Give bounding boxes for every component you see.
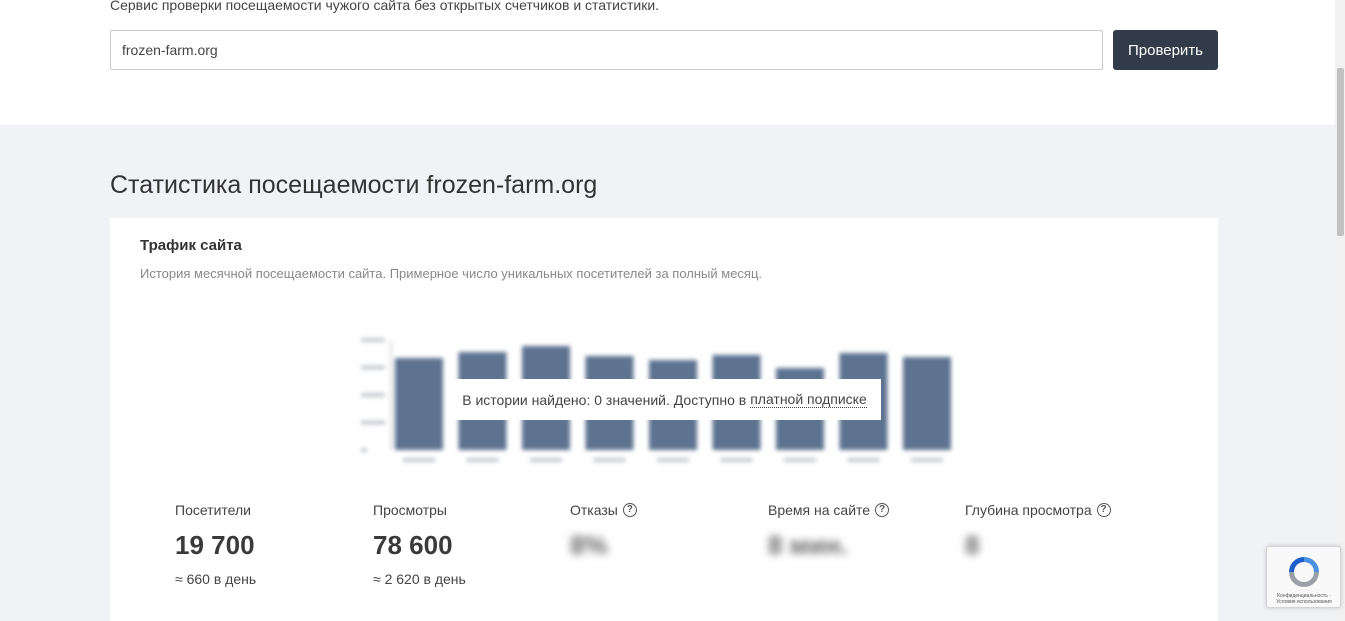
paid-subscription-link[interactable]: платной подписке (750, 391, 867, 408)
metric-sub: ≈ 660 в день (175, 571, 257, 587)
traffic-card-description: История месячной посещаемости сайта. При… (140, 266, 763, 281)
chart-y-tick (361, 338, 385, 342)
chart-x-tick (720, 458, 753, 462)
chart-x-tick (784, 458, 816, 462)
metric-label: Посетители (175, 502, 251, 518)
metric-label: Время на сайте (768, 502, 871, 518)
recaptcha-terms: Конфиденциальность · Условия использован… (1276, 593, 1332, 605)
help-icon[interactable]: ? (622, 503, 637, 517)
chart-paywall-overlay: В истории найдено: 0 значений. Доступно … (448, 379, 881, 420)
overlay-text: В истории найдено: 0 значений. Доступно … (462, 391, 747, 408)
chart-x-tick (530, 458, 562, 462)
metric-value-blurred: 8 мин. (768, 530, 848, 560)
metric-value-blurred: 8% (570, 530, 608, 560)
chart-x-tick (847, 458, 880, 462)
recaptcha-icon (1289, 557, 1319, 587)
metric-label: Отказы (570, 502, 618, 518)
service-tagline: Сервис проверки посещаемости чужого сайт… (110, 0, 660, 13)
metric-value-blurred: 8 (965, 530, 980, 560)
traffic-card-title: Трафик сайта (140, 237, 242, 254)
header-section: Сервис проверки посещаемости чужого сайт… (0, 0, 1335, 125)
metric-label: Просмотры (373, 502, 447, 518)
metric-sub: ≈ 2 620 в день (373, 571, 466, 587)
chart-bar (903, 357, 951, 450)
metric-bounce-rate: Отказы ? 8% (570, 502, 637, 561)
metric-value: 19 700 (175, 530, 255, 560)
page-scrollbar-thumb[interactable] (1337, 68, 1344, 236)
chart-y-tick (361, 420, 385, 425)
site-search-input[interactable] (110, 30, 1103, 70)
chart-y-tick (361, 448, 367, 452)
metric-pageviews: Просмотры 78 600 ≈ 2 620 в день (373, 502, 466, 587)
chart-x-tick (403, 458, 435, 462)
traffic-card: Трафик сайта История месячной посещаемос… (110, 218, 1218, 621)
metric-page-depth: Глубина просмотра ? 8 (965, 502, 1111, 561)
metric-time-on-site: Время на сайте ? 8 мин. (768, 502, 890, 561)
chart-x-tick (466, 458, 499, 462)
metric-value: 78 600 (373, 530, 453, 560)
chart-y-tick (361, 365, 385, 370)
metric-label: Глубина просмотра (965, 502, 1092, 518)
chart-x-tick (593, 458, 626, 462)
recaptcha-badge[interactable]: Конфиденциальность · Условия использован… (1266, 546, 1341, 608)
chart-bar (395, 358, 443, 450)
help-icon[interactable]: ? (1096, 503, 1111, 517)
chart-x-tick (911, 458, 943, 462)
help-icon[interactable]: ? (875, 503, 890, 517)
check-button[interactable]: Проверить (1113, 30, 1218, 70)
chart-x-tick (657, 458, 689, 462)
chart-y-tick (361, 393, 385, 397)
page-title: Статистика посещаемости frozen-farm.org (110, 171, 598, 199)
metric-visitors: Посетители 19 700 ≈ 660 в день (175, 502, 256, 587)
